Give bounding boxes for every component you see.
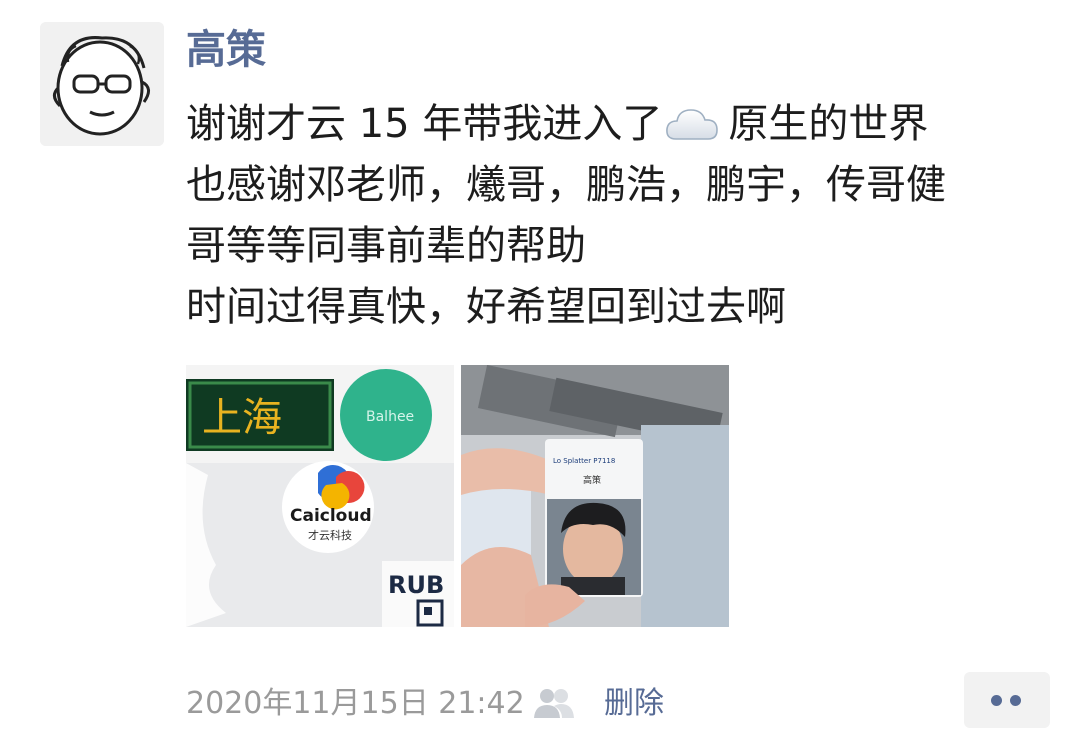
author-name[interactable]: 高策	[186, 22, 266, 78]
more-dots-icon	[991, 695, 1002, 706]
sticker-logo-subtext: 才云科技	[308, 528, 352, 542]
post-text: 谢谢才云 15 年带我进入了 原生的世界 也感谢邓老师，爔哥，鹏浩，鹏宇，传哥健 …	[186, 94, 1046, 338]
post-line-2: 也感谢邓老师，爔哥，鹏浩，鹏宇，传哥健	[186, 162, 946, 208]
laptop-stickers-image: 上海 Balhee Caicloud 才云科技 RUB	[186, 365, 454, 627]
id-card-name-text: 高策	[583, 474, 601, 486]
post-line-1-start: 谢谢才云 15 年带我进入了	[186, 101, 663, 147]
friends-icon[interactable]	[532, 686, 576, 720]
id-card-photo-image: Lo Splatter P7118 高策	[461, 365, 729, 627]
more-button[interactable]	[964, 672, 1050, 728]
sticker-logo-text: Caicloud	[290, 506, 372, 526]
id-card-header-text: Lo Splatter P7118	[553, 457, 615, 465]
post-timestamp: 2020年11月15日 21:42	[186, 686, 525, 721]
sticker-circle-text: Balhee	[366, 409, 414, 425]
avatar[interactable]	[40, 22, 164, 146]
photo-thumbnail-id-card[interactable]: Lo Splatter P7118 高策	[461, 365, 729, 627]
post-line-4: 时间过得真快，好希望回到过去啊	[186, 284, 786, 330]
post-footer: 2020年11月15日 21:42 删除	[186, 672, 1056, 728]
photo-thumbnail-laptop-stickers[interactable]: 上海 Balhee Caicloud 才云科技 RUB	[186, 365, 454, 627]
post-line-1-end: 原生的世界	[728, 101, 929, 147]
more-dots-icon-second-dot	[1010, 695, 1021, 706]
sticker-laptop-text: RUB	[388, 571, 444, 599]
avatar-cartoon-face-icon	[40, 22, 164, 146]
post-line-3: 哥等等同事前辈的帮助	[186, 223, 586, 269]
post-line-1: 谢谢才云 15 年带我进入了 原生的世界	[186, 94, 1046, 155]
delete-button[interactable]: 删除	[604, 684, 664, 724]
sticker-sign-text: 上海	[202, 395, 282, 441]
cloud-icon	[666, 109, 719, 140]
